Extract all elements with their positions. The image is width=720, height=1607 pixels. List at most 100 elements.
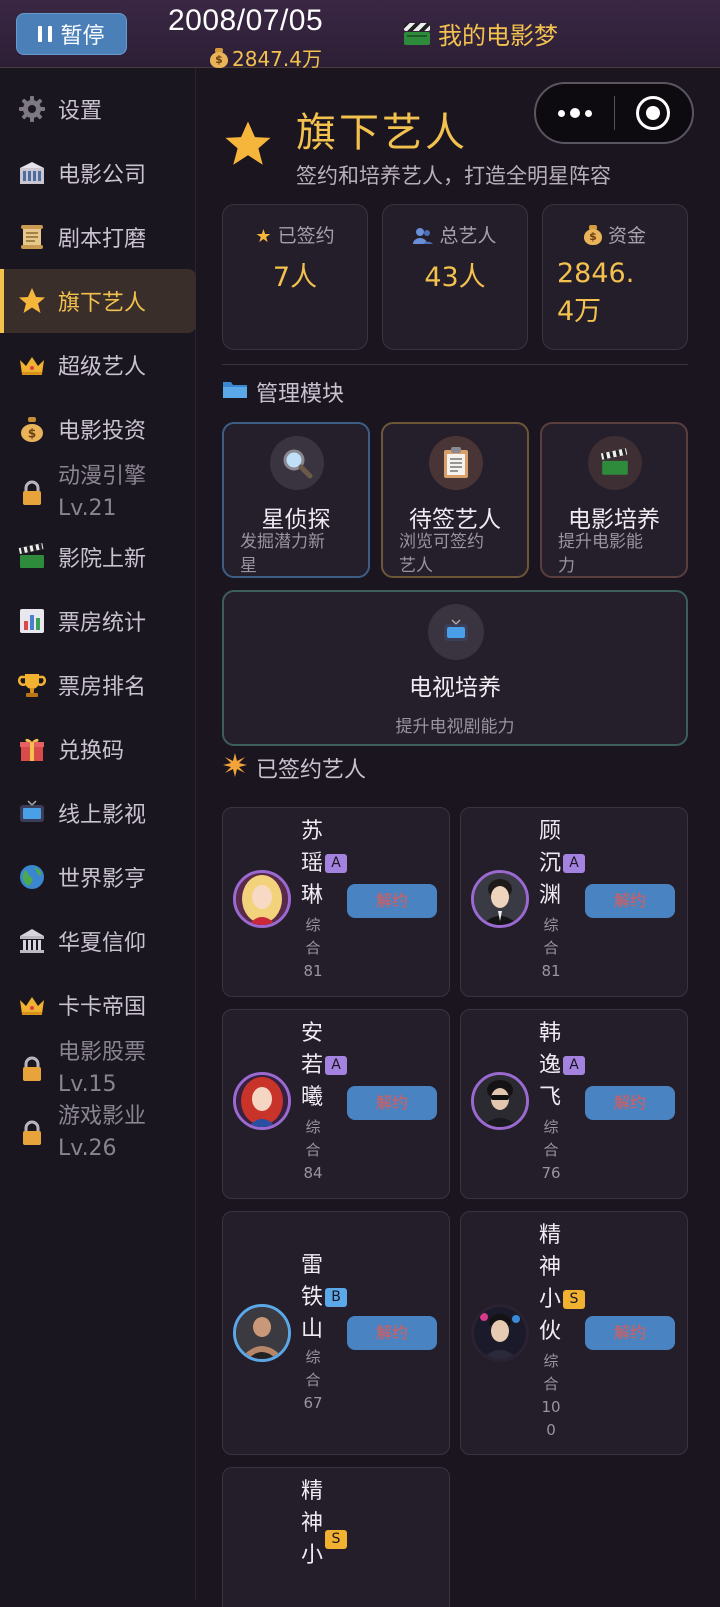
crown-icon bbox=[16, 349, 48, 381]
score-value: 81 bbox=[303, 962, 323, 980]
rank-badge: S bbox=[563, 1290, 585, 1309]
artist-card[interactable]: 安若曦 A 综合 84 解约 bbox=[222, 1009, 450, 1199]
artist-avatar bbox=[233, 870, 291, 928]
sidebar-item-huaxia-faith[interactable]: 华夏信仰 bbox=[0, 909, 196, 973]
modules-section-title: 管理模块 bbox=[222, 376, 344, 408]
artist-avatar bbox=[233, 1304, 291, 1362]
sidebar-item-redeem-code[interactable]: 兑换码 bbox=[0, 717, 196, 781]
stat-funds: 资金 2846. 4万 bbox=[542, 204, 688, 350]
artist-card[interactable]: 韩逸飞 A 综合 76 解约 bbox=[460, 1009, 688, 1199]
top-bar: 暂停 2008/07/05 2847.4万 我的电影梦 bbox=[0, 0, 720, 71]
module-pending-artists[interactable]: 待签艺人 浏览可签约 艺人 bbox=[381, 422, 529, 578]
sidebar-item-box-office-rank[interactable]: 票房排名 bbox=[0, 653, 196, 717]
main-content: 旗下艺人 签约和培养艺人，打造全明星阵容 ★ 已签约 7人 总艺人 43人 资金… bbox=[196, 68, 720, 1607]
star-icon bbox=[222, 118, 274, 179]
people-icon bbox=[413, 227, 434, 250]
company-building-icon bbox=[16, 157, 48, 189]
sidebar-item-world-tycoon[interactable]: 世界影亨 bbox=[0, 845, 196, 909]
sidebar-item-online-video[interactable]: 线上影视 bbox=[0, 781, 196, 845]
trophy-icon bbox=[16, 669, 48, 701]
rank-badge: A bbox=[563, 854, 585, 873]
artist-card[interactable]: 精神小 S bbox=[222, 1467, 450, 1607]
artist-card[interactable]: 顾沉渊 A 综合 81 解约 bbox=[460, 807, 688, 997]
rank-badge: A bbox=[563, 1056, 585, 1075]
magnifier-icon bbox=[270, 436, 324, 490]
score-value: 100 bbox=[541, 1398, 561, 1439]
sidebar-item-artists[interactable]: 旗下艺人 bbox=[0, 269, 196, 333]
star-icon bbox=[16, 285, 48, 317]
pause-button[interactable]: 暂停 bbox=[16, 13, 127, 55]
terminate-button[interactable]: 解约 bbox=[585, 884, 675, 918]
gift-icon bbox=[16, 733, 48, 765]
sidebar-item-settings[interactable]: 设置 bbox=[0, 77, 196, 141]
rank-badge: B bbox=[325, 1288, 347, 1307]
module-film-training[interactable]: 电影培养 提升电影能 力 bbox=[540, 422, 688, 578]
rank-badge: A bbox=[325, 1056, 347, 1075]
artist-name: 雷铁山 bbox=[301, 1253, 324, 1342]
terminate-button[interactable]: 解约 bbox=[585, 1316, 675, 1350]
stat-signed: ★ 已签约 7人 bbox=[222, 204, 368, 350]
clipboard-icon bbox=[429, 436, 483, 490]
clapperboard-icon bbox=[588, 436, 642, 490]
signed-artists-section-title: 已签约艺人 bbox=[222, 752, 366, 784]
app-title-text: 我的电影梦 bbox=[438, 22, 558, 50]
terminate-button[interactable]: 解约 bbox=[585, 1086, 675, 1120]
module-tv-training[interactable]: 电视培养 提升电视剧能力 bbox=[222, 590, 688, 746]
temple-icon bbox=[16, 925, 48, 957]
sidebar-item-cinema-new[interactable]: 影院上新 bbox=[0, 525, 196, 589]
artist-card[interactable]: 苏瑶琳 A 综合 81 解约 bbox=[222, 807, 450, 997]
divider bbox=[222, 364, 688, 365]
artist-avatar bbox=[233, 1072, 291, 1130]
tv-icon bbox=[16, 797, 48, 829]
tv-icon bbox=[428, 604, 484, 660]
stat-total: 总艺人 43人 bbox=[382, 204, 528, 350]
lock-icon bbox=[16, 1117, 48, 1149]
globe-icon bbox=[16, 861, 48, 893]
artist-card[interactable]: 精神小伙 S 综合 100 解约 bbox=[460, 1211, 688, 1455]
bar-chart-icon bbox=[16, 605, 48, 637]
terminate-button[interactable]: 解约 bbox=[347, 884, 437, 918]
crown-icon bbox=[16, 989, 48, 1021]
sidebar-item-kaka-empire[interactable]: 卡卡帝国 bbox=[0, 973, 196, 1037]
star-icon: ★ bbox=[255, 226, 272, 247]
page-subtitle: 签约和培养艺人，打造全明星阵容 bbox=[296, 164, 611, 188]
artist-name: 韩逸飞 bbox=[539, 1021, 562, 1110]
sidebar-item-script[interactable]: 剧本打磨 bbox=[0, 205, 196, 269]
svg-text:$: $ bbox=[28, 427, 36, 441]
scroll-icon bbox=[16, 221, 48, 253]
score-value: 76 bbox=[541, 1164, 561, 1182]
score-value: 67 bbox=[303, 1394, 323, 1412]
sidebar-item-film-stock-locked[interactable]: 电影股票 Lv.15 bbox=[0, 1037, 196, 1101]
artist-avatar bbox=[471, 1304, 529, 1362]
sidebar-item-box-office-stats[interactable]: 票房统计 bbox=[0, 589, 196, 653]
folder-icon bbox=[222, 378, 248, 406]
terminate-button[interactable]: 解约 bbox=[347, 1086, 437, 1120]
gear-icon bbox=[16, 93, 48, 125]
artist-name: 精神小 bbox=[301, 1479, 324, 1568]
score-label: 综合 bbox=[305, 916, 321, 957]
score-label: 综合 bbox=[543, 916, 559, 957]
sidebar-item-investment[interactable]: $ 电影投资 bbox=[0, 397, 196, 461]
sidebar-item-game-studio-locked[interactable]: 游戏影业 Lv.26 bbox=[0, 1101, 196, 1165]
sidebar: 设置 电影公司 剧本打磨 旗下艺人 超级艺人 $ 电影投资 动漫引擎 Lv.21… bbox=[0, 68, 196, 1600]
score-label: 综合 bbox=[305, 1118, 321, 1159]
sparkle-star-icon bbox=[222, 752, 248, 784]
page-title: 旗下艺人 bbox=[296, 110, 468, 156]
artist-avatar bbox=[471, 870, 529, 928]
artist-card[interactable]: 雷铁山 B 综合 67 解约 bbox=[222, 1211, 450, 1455]
artist-name: 顾沉渊 bbox=[539, 819, 562, 908]
sidebar-item-super-artists[interactable]: 超级艺人 bbox=[0, 333, 196, 397]
game-date: 2008/07/05 bbox=[168, 4, 324, 37]
close-mini-program-button[interactable] bbox=[615, 96, 693, 130]
artist-avatar bbox=[471, 1072, 529, 1130]
score-label: 综合 bbox=[543, 1352, 559, 1393]
terminate-button[interactable]: 解约 bbox=[347, 1316, 437, 1350]
module-star-scout[interactable]: 星侦探 发掘潜力新 星 bbox=[222, 422, 370, 578]
money-bag-icon: $ bbox=[16, 413, 48, 445]
sidebar-item-anime-engine-locked[interactable]: 动漫引擎 Lv.21 bbox=[0, 461, 196, 525]
more-menu-button[interactable] bbox=[536, 108, 614, 118]
lock-icon bbox=[16, 477, 48, 509]
mini-program-capsule bbox=[534, 82, 694, 144]
money-bag-icon bbox=[583, 225, 602, 245]
sidebar-item-film-company[interactable]: 电影公司 bbox=[0, 141, 196, 205]
